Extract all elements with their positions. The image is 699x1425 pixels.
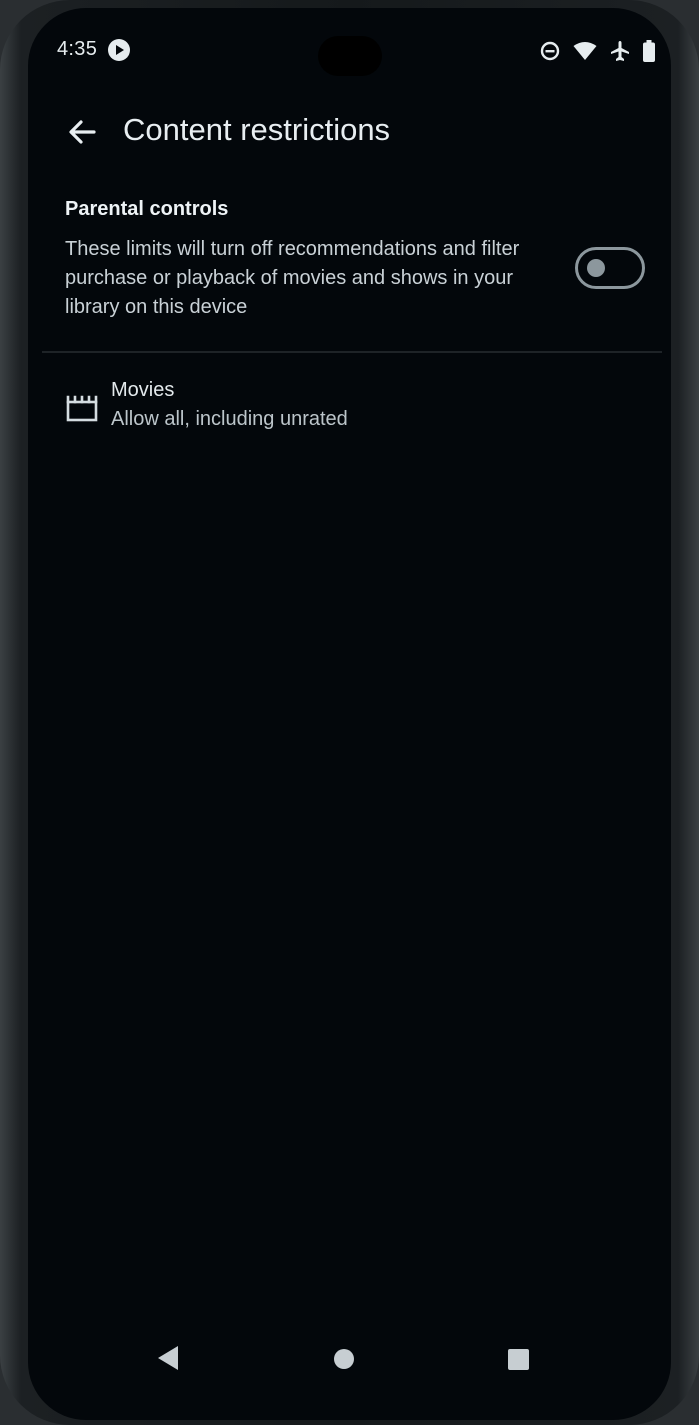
parental-controls-title: Parental controls [65, 198, 229, 220]
arrow-back-icon[interactable] [64, 114, 100, 150]
nav-recents-icon[interactable] [508, 1349, 529, 1370]
toggle-thumb [587, 259, 605, 277]
parental-controls-section[interactable]: Parental controls These limits will turn… [65, 198, 655, 322]
app-bar: Content restrictions [28, 94, 671, 174]
screen: 4:35 Content restrictions Parental contr… [28, 8, 671, 1420]
list-item-movies[interactable]: Movies Allow all, including unrated [28, 368, 671, 454]
battery-icon [643, 40, 655, 62]
phone-frame: 4:35 Content restrictions Parental contr… [0, 0, 699, 1425]
status-bar: 4:35 [28, 8, 671, 94]
page-title: Content restrictions [123, 112, 391, 147]
airplane-mode-icon [611, 41, 629, 61]
wifi-icon [573, 42, 597, 60]
parental-controls-toggle[interactable] [575, 247, 645, 289]
camera-cutout [318, 36, 382, 76]
parental-controls-description: These limits will turn off recommendatio… [65, 238, 520, 318]
status-icons [540, 40, 655, 62]
movies-title: Movies [111, 379, 175, 401]
status-time: 4:35 [57, 38, 98, 60]
do-not-disturb-icon [540, 41, 560, 61]
movies-subtitle: Allow all, including unrated [111, 408, 348, 430]
nav-home-icon[interactable] [334, 1349, 354, 1369]
navigation-bar [28, 1318, 671, 1398]
media-app-icon [108, 39, 130, 61]
nav-back-icon[interactable] [158, 1346, 178, 1370]
movie-clapper-icon [66, 395, 98, 422]
divider [42, 351, 662, 353]
